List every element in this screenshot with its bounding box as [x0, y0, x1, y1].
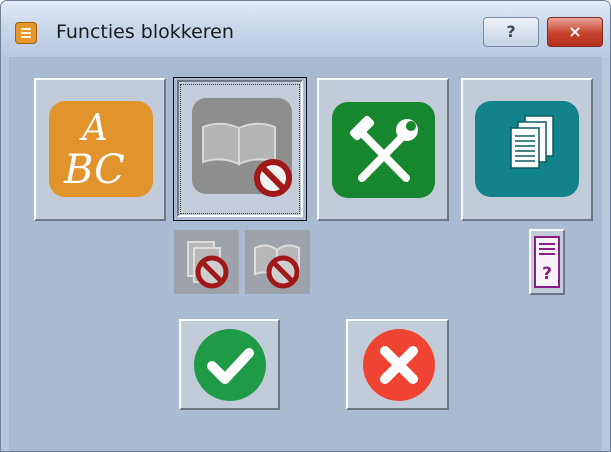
documents-button[interactable]	[461, 78, 593, 221]
cancel-button[interactable]	[346, 319, 449, 410]
help-document-button[interactable]: ?	[529, 229, 565, 295]
checkmark-icon	[194, 329, 266, 401]
document-question-icon: ?	[534, 236, 560, 288]
ok-button[interactable]	[179, 319, 280, 410]
window-title: Functies blokkeren	[56, 21, 234, 43]
title-bar[interactable]: Functies blokkeren ? ×	[1, 1, 610, 57]
abc-spelling-icon: A BC	[49, 101, 153, 197]
notepad-icon	[15, 22, 37, 44]
spelling-letters-bc: BC	[63, 147, 125, 193]
book-blocked-icon	[254, 244, 300, 289]
focus-rectangle	[180, 84, 300, 214]
tools-button[interactable]	[317, 78, 449, 221]
close-button-label: ×	[568, 22, 582, 41]
x-icon	[363, 329, 435, 401]
spelling-letter-a: A	[79, 108, 108, 149]
help-button[interactable]: ?	[483, 17, 539, 47]
pages-icon	[475, 101, 579, 197]
dialog-window: Functies blokkeren ? × A BC ?	[0, 0, 611, 452]
blocked-option-1[interactable]	[174, 230, 239, 294]
close-button[interactable]: ×	[547, 17, 603, 47]
help-button-label: ?	[506, 22, 516, 41]
spelling-button[interactable]: A BC	[34, 78, 166, 221]
hammer-wrench-icon	[332, 102, 435, 198]
page-blocked-icon	[187, 241, 229, 289]
blocked-option-2[interactable]	[245, 230, 310, 294]
help-question-mark: ?	[542, 264, 552, 284]
